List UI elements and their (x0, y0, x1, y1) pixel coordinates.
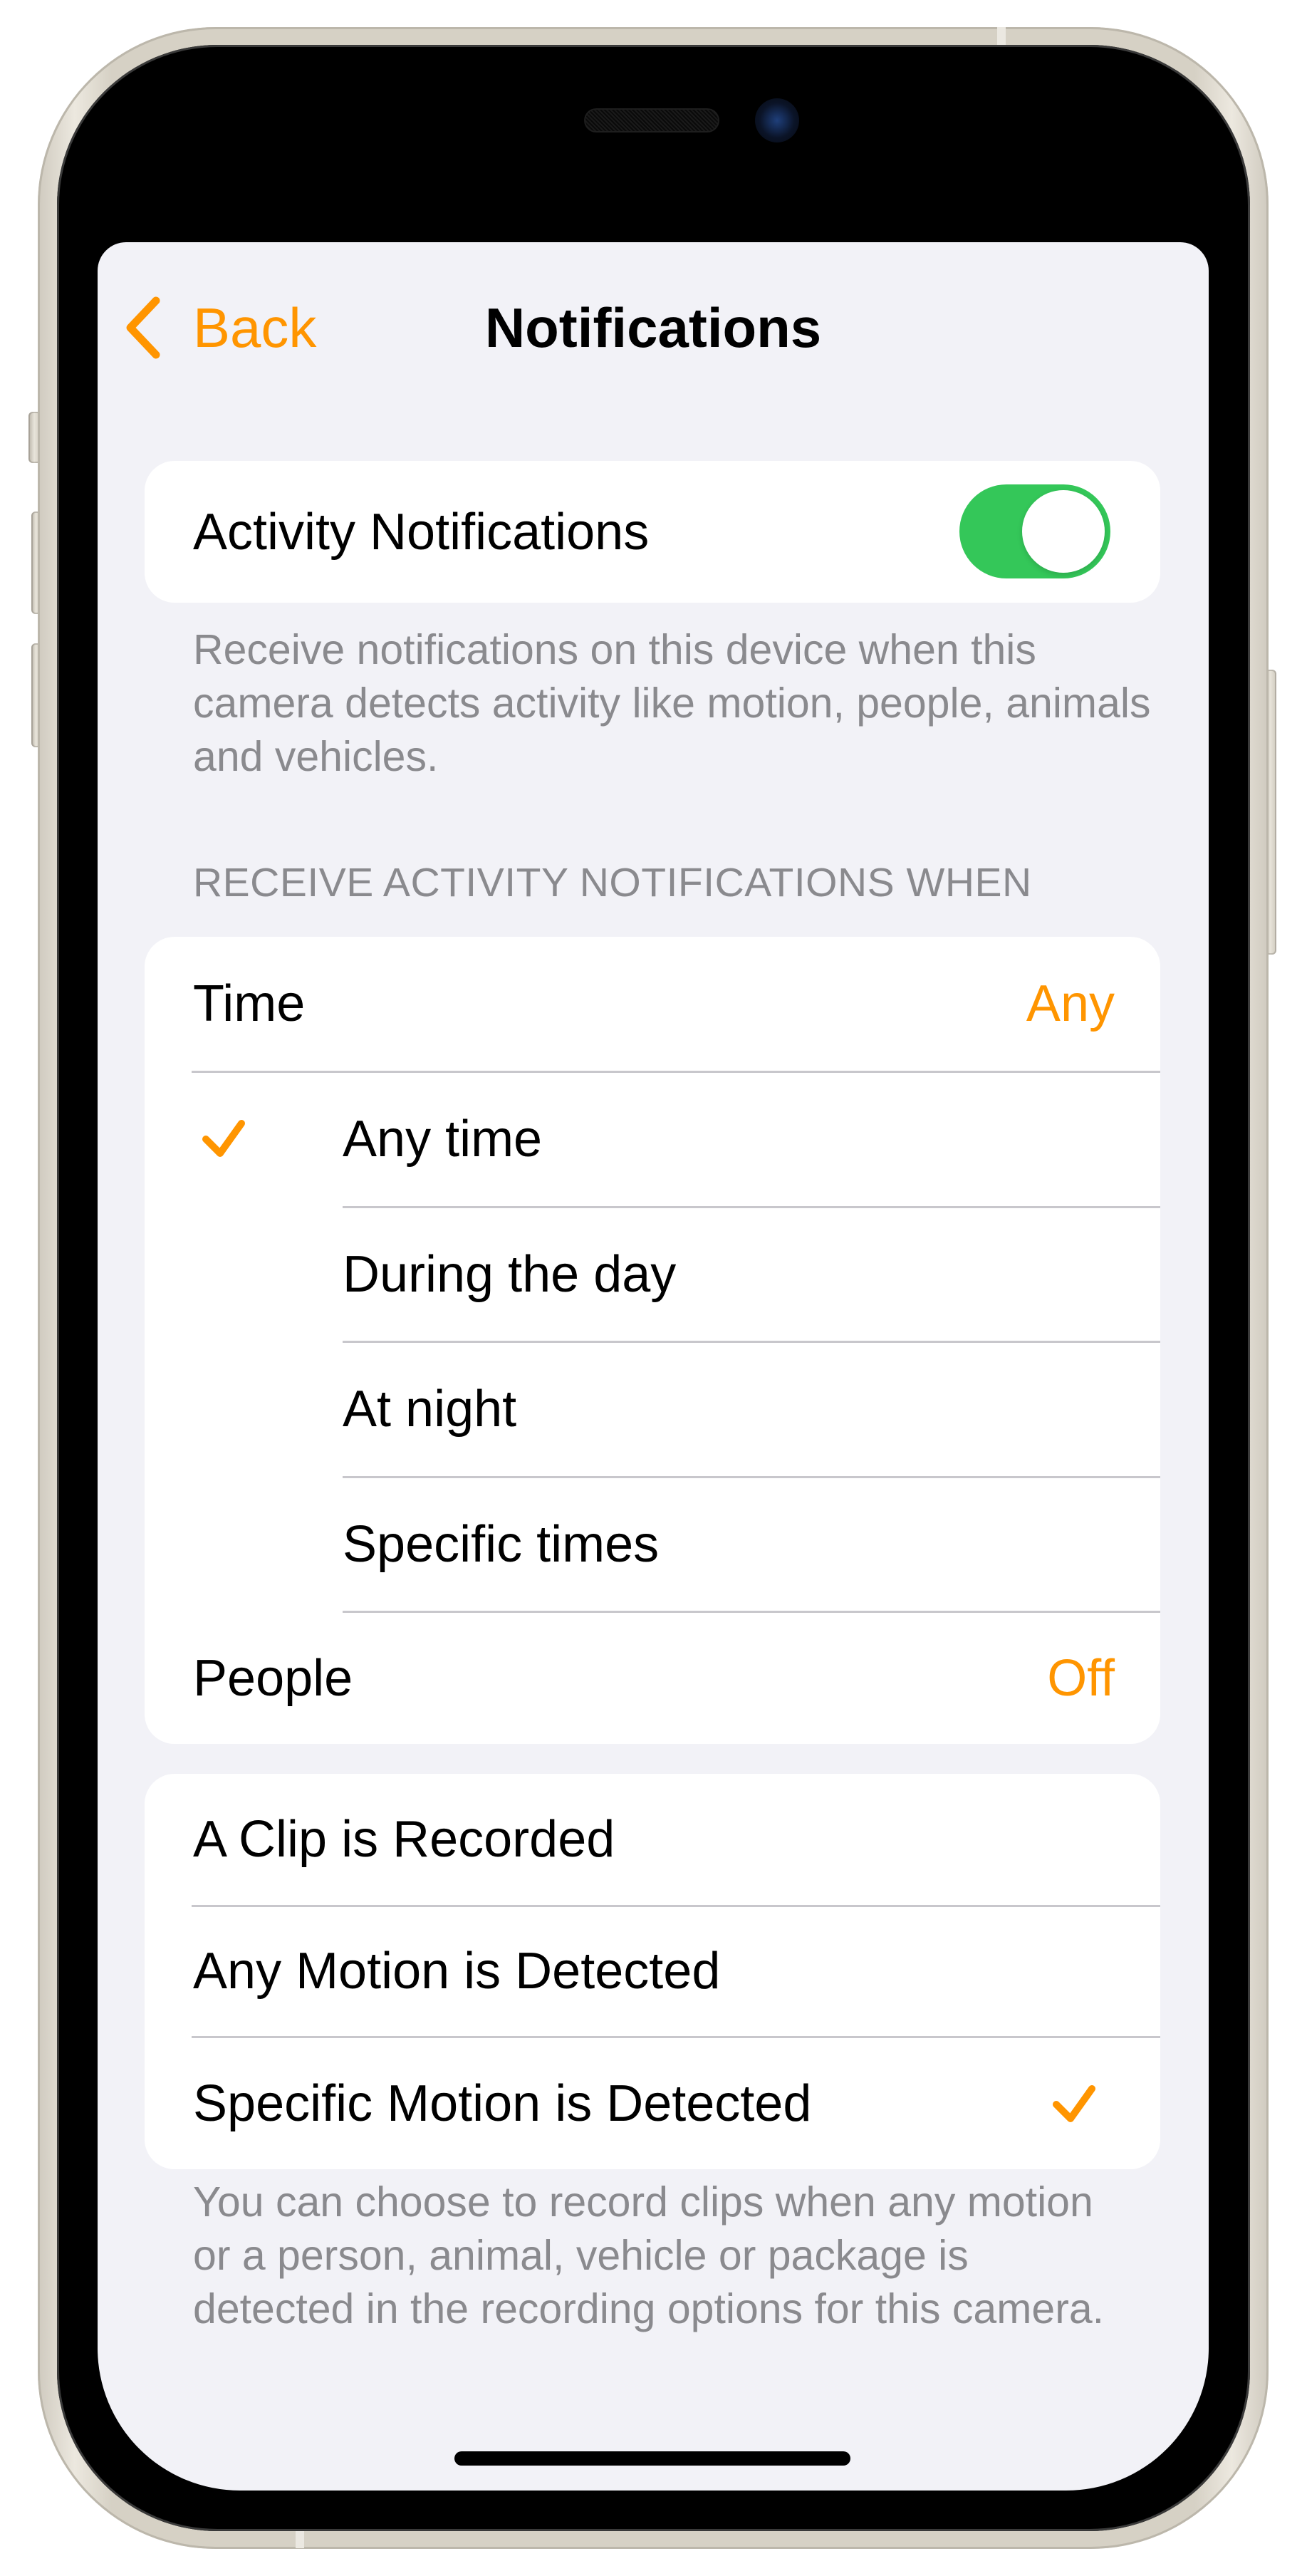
time-option-label: During the day (343, 1246, 677, 1303)
section-header: RECEIVE ACTIVITY NOTIFICATIONS WHEN (193, 860, 1032, 905)
checkmark-icon (1053, 2085, 1095, 2122)
people-label: People (193, 1649, 353, 1707)
recording-option-label: A Clip is Recorded (193, 1811, 615, 1868)
people-value: Off (1047, 1649, 1115, 1707)
checkmark-icon (202, 1120, 245, 1157)
recording-footer-text: You can choose to record clips when any … (193, 2178, 1105, 2332)
time-option-label: Any time (343, 1111, 543, 1168)
back-label: Back (193, 296, 317, 359)
front-camera (755, 98, 799, 142)
time-option-specific-times[interactable]: Specific times (145, 1477, 1160, 1611)
recording-options-card: A Clip is Recorded Any Motion is Detecte… (145, 1774, 1160, 2169)
toggle-knob (1022, 490, 1105, 573)
people-row[interactable]: People Off (145, 1612, 1160, 1744)
earpiece-speaker (584, 108, 719, 133)
activity-notifications-card: Activity Notifications (145, 461, 1160, 603)
chevron-left-icon (126, 296, 160, 359)
recording-option-label: Specific Motion is Detected (193, 2074, 812, 2132)
time-option-label: At night (343, 1381, 517, 1438)
time-row[interactable]: Time Any (145, 937, 1160, 1071)
screen: Notifications Back Activity Notification… (98, 242, 1209, 2491)
antenna-line (997, 27, 1006, 45)
time-label: Time (193, 975, 306, 1032)
time-option-any-time[interactable]: Any time (145, 1072, 1160, 1206)
recording-option-label: Any Motion is Detected (193, 1943, 721, 2000)
home-indicator[interactable] (454, 2451, 850, 2466)
time-option-at-night[interactable]: At night (145, 1342, 1160, 1476)
time-value: Any (1026, 975, 1115, 1032)
activity-notifications-toggle[interactable] (959, 484, 1110, 578)
time-option-during-the-day[interactable]: During the day (145, 1208, 1160, 1341)
recording-option-specific-motion[interactable]: Specific Motion is Detected (145, 2037, 1160, 2169)
activity-notifications-label: Activity Notifications (193, 503, 650, 561)
time-option-label: Specific times (343, 1516, 660, 1573)
recording-option-any-motion[interactable]: Any Motion is Detected (145, 1906, 1160, 2036)
receive-options-card: Time Any Any time During the day At nigh… (145, 937, 1160, 1744)
antenna-line (296, 2531, 304, 2548)
activity-footer-text: Receive notifications on this device whe… (193, 626, 1151, 780)
recording-option-clip-recorded[interactable]: A Clip is Recorded (145, 1774, 1160, 1905)
back-button[interactable]: Back (123, 292, 316, 363)
